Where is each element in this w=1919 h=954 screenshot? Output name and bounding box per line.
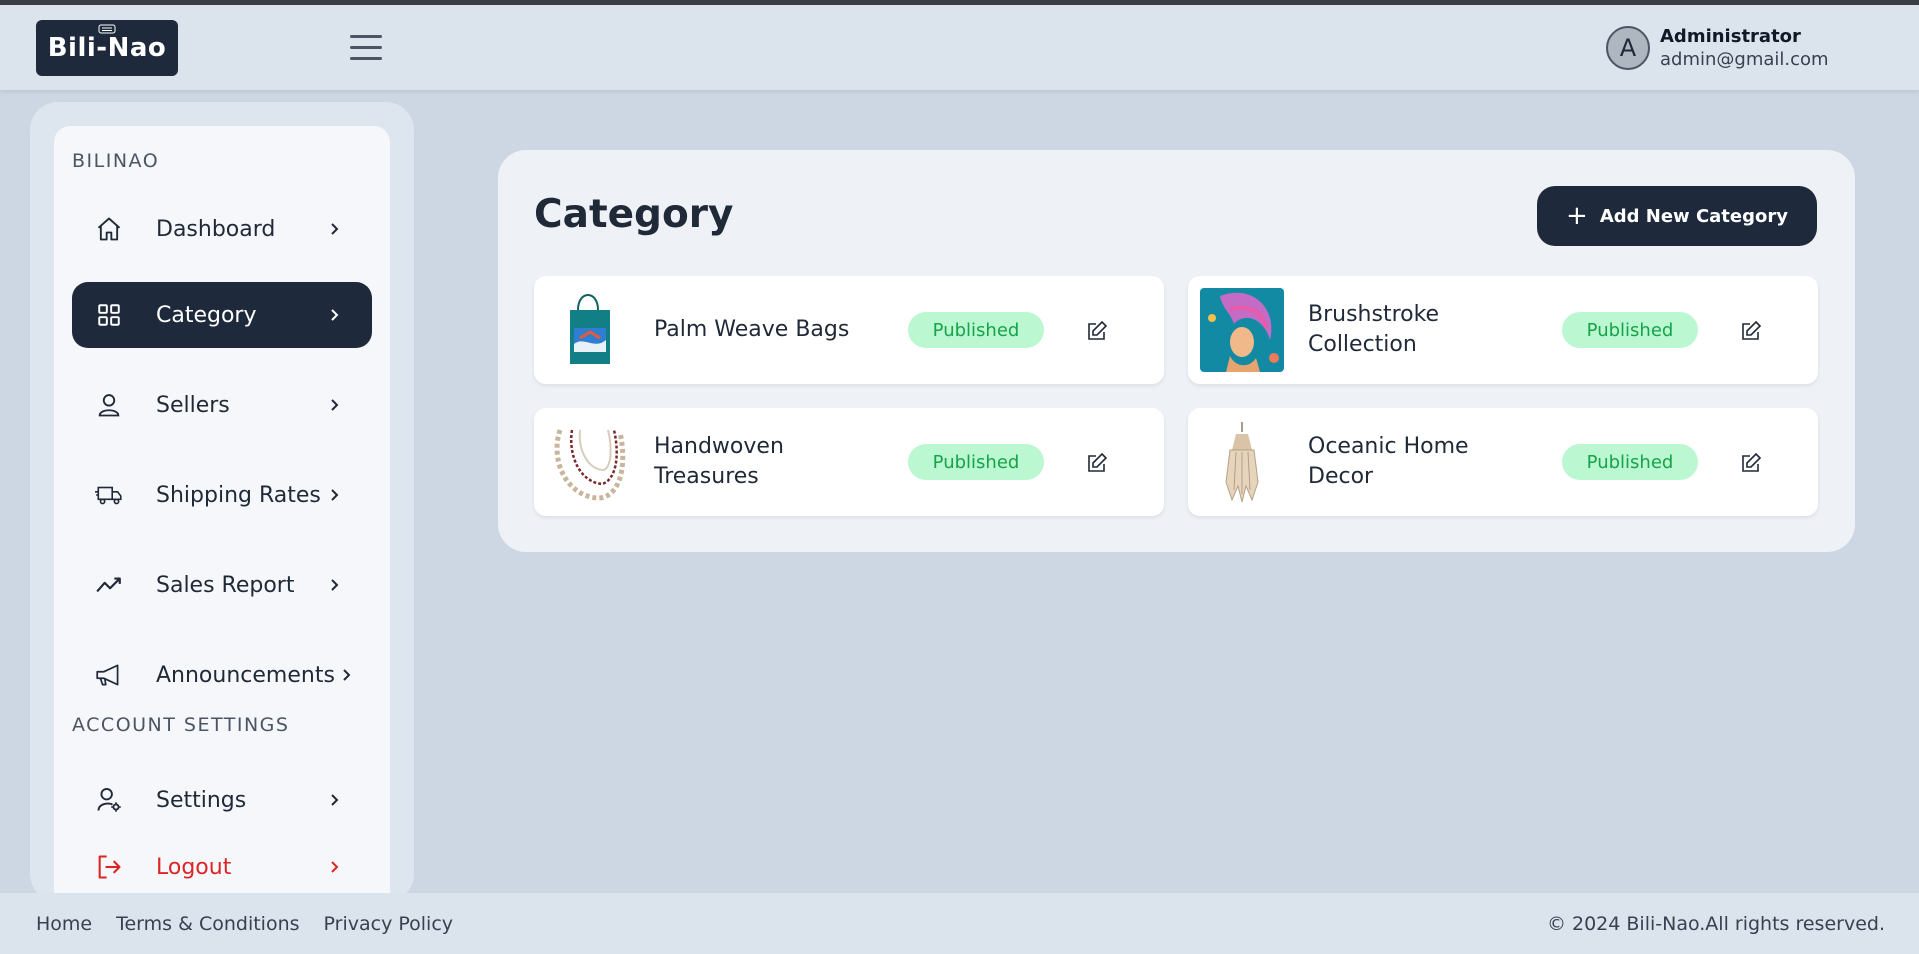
- add-new-category-button[interactable]: + Add New Category: [1537, 186, 1817, 246]
- footer: Home Terms & Conditions Privacy Policy ©…: [0, 893, 1919, 954]
- edit-icon[interactable]: [1740, 320, 1762, 342]
- footer-link-terms[interactable]: Terms & Conditions: [116, 913, 299, 935]
- sidebar-item-settings[interactable]: Settings: [72, 767, 372, 833]
- sidebar-item-label: Logout: [156, 854, 232, 880]
- user-icon: [94, 390, 124, 420]
- sidebar-section-account-settings: ACCOUNT SETTINGS: [72, 714, 290, 736]
- sidebar-item-label: Announcements: [156, 662, 335, 688]
- edit-icon[interactable]: [1740, 452, 1762, 474]
- footer-link-home[interactable]: Home: [36, 913, 92, 935]
- chevron-right-icon: [331, 794, 339, 806]
- logo-text: Bili-Nao: [47, 33, 167, 63]
- category-image: [546, 288, 630, 372]
- logo[interactable]: Bili-Nao: [36, 20, 178, 76]
- sidebar-item-label: Settings: [156, 787, 247, 813]
- category-card[interactable]: Oceanic Home Decor Published: [1188, 408, 1818, 516]
- top-header: Bili-Nao A Administrator admin@gmail.com: [0, 5, 1919, 90]
- chevron-right-icon: [331, 399, 339, 411]
- sidebar-item-label: Sellers: [156, 392, 230, 418]
- plus-icon: +: [1566, 201, 1588, 231]
- home-icon: [94, 214, 124, 244]
- truck-icon: [94, 480, 124, 510]
- category-panel: Category + Add New Category Palm Weave B…: [498, 150, 1855, 552]
- sidebar-item-shipping-rates[interactable]: Shipping Rates: [72, 462, 372, 528]
- menu-toggle-button[interactable]: [350, 35, 382, 61]
- add-button-label: Add New Category: [1599, 205, 1788, 227]
- status-badge: Published: [1562, 312, 1698, 348]
- avatar: A: [1606, 26, 1650, 70]
- edit-icon[interactable]: [1086, 320, 1108, 342]
- category-name: Handwoven Treasures: [654, 434, 784, 489]
- chevron-right-icon: [331, 223, 339, 235]
- sidebar: BILINAO Dashboard Category Sellers Shipp…: [54, 126, 390, 902]
- page-title: Category: [534, 192, 734, 237]
- category-card[interactable]: Brushstroke Collection Published: [1188, 276, 1818, 384]
- category-image: [546, 420, 630, 504]
- grid-icon: [94, 300, 124, 330]
- category-name: Brushstroke Collection: [1308, 302, 1440, 357]
- chevron-right-icon: [331, 309, 339, 321]
- sidebar-section-bilinao: BILINAO: [72, 150, 160, 172]
- copyright-text: © 2024 Bili-Nao.All rights reserved.: [1546, 912, 1885, 935]
- megaphone-icon: [94, 660, 124, 690]
- category-name: Oceanic Home Decor: [1308, 434, 1469, 489]
- trend-icon: [94, 570, 124, 600]
- sidebar-item-sellers[interactable]: Sellers: [72, 372, 372, 438]
- sidebar-item-label: Shipping Rates: [156, 482, 321, 508]
- category-image: [1200, 420, 1284, 504]
- user-email: admin@gmail.com: [1660, 49, 1829, 70]
- status-badge: Published: [908, 312, 1044, 348]
- chevron-right-icon: [331, 489, 339, 501]
- category-card[interactable]: Palm Weave Bags Published: [534, 276, 1164, 384]
- status-badge: Published: [908, 444, 1044, 480]
- sidebar-item-sales-report[interactable]: Sales Report: [72, 552, 372, 618]
- sidebar-item-category[interactable]: Category: [72, 282, 372, 348]
- status-badge: Published: [1562, 444, 1698, 480]
- sidebar-item-label: Sales Report: [156, 572, 295, 598]
- category-image: [1200, 288, 1284, 372]
- footer-link-privacy[interactable]: Privacy Policy: [324, 913, 453, 935]
- category-card[interactable]: Handwoven Treasures Published: [534, 408, 1164, 516]
- chevron-right-icon: [331, 579, 339, 591]
- sidebar-item-announcements[interactable]: Announcements: [72, 642, 372, 708]
- logo-mark-icon: [98, 24, 116, 34]
- edit-icon[interactable]: [1086, 452, 1108, 474]
- user-settings-icon: [94, 785, 124, 815]
- sidebar-item-label: Dashboard: [156, 216, 276, 242]
- user-profile[interactable]: A Administrator admin@gmail.com: [1606, 26, 1829, 70]
- sidebar-item-logout[interactable]: Logout: [72, 834, 372, 900]
- sidebar-item-dashboard[interactable]: Dashboard: [72, 196, 372, 262]
- user-name: Administrator: [1660, 26, 1801, 47]
- sidebar-item-label: Category: [156, 302, 257, 328]
- footer-links: Home Terms & Conditions Privacy Policy: [36, 913, 477, 935]
- category-name: Palm Weave Bags: [654, 317, 850, 343]
- chevron-right-icon: [343, 669, 351, 681]
- logout-icon: [94, 852, 124, 882]
- chevron-right-icon: [331, 861, 339, 873]
